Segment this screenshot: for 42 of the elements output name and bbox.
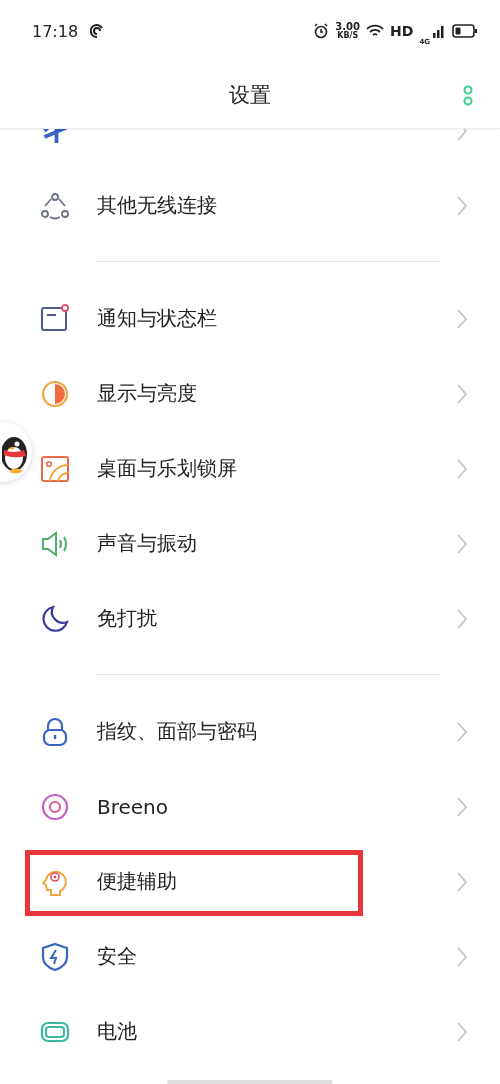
settings-item[interactable]: Breeno [97,794,169,819]
alarm-icon [313,23,330,39]
page-title: 设置 [229,82,271,109]
chevron-icon [456,194,468,217]
padlock-icon [40,716,70,747]
half-circle-icon [40,378,70,409]
notification-panel-icon [40,303,70,334]
shield-bolt-icon [40,941,70,972]
chevron-icon [456,945,468,968]
signal-icon [432,24,446,38]
settings-item[interactable]: 桌面与乐划锁屏 [97,455,237,482]
home-indicator[interactable] [167,1080,333,1084]
settings-item[interactable]: 声音与振动 [97,530,197,557]
settings-item[interactable]: 指纹、面部与密码 [97,718,257,745]
chevron-icon [456,795,468,818]
chevron-icon [456,870,468,893]
ring-icon [40,791,70,822]
moon-icon [40,603,70,634]
wifi-icon [366,24,385,38]
speed-unit: KB/S [337,32,359,40]
chevron-icon [456,720,468,743]
chevron-icon [456,307,468,330]
chevron-icon [456,1020,468,1043]
speed-value: 3.00 [335,22,361,32]
settings-item[interactable]: 电池 [97,1018,137,1045]
chevron-icon [456,382,468,405]
hd-label: HD [390,23,414,39]
settings-item[interactable]: 安全 [97,943,137,970]
settings-item[interactable]: 便捷辅助 [97,868,177,895]
battery-icon [452,24,478,38]
chevron-icon [456,607,468,630]
share-nodes-icon [40,190,70,221]
settings-item[interactable]: 免打扰 [97,605,157,632]
swirl-icon [90,24,105,38]
chevron-icon [456,457,468,480]
settings-item[interactable]: 其他无线连接 [97,192,217,219]
settings-item[interactable]: 显示与亮度 [97,380,197,407]
settings-item[interactable]: 通知与状态栏 [97,305,217,332]
picture-frame-icon [40,453,70,484]
chevron-icon [456,532,468,555]
speaker-icon [40,528,70,559]
clock-time: 17:18 [32,21,79,41]
